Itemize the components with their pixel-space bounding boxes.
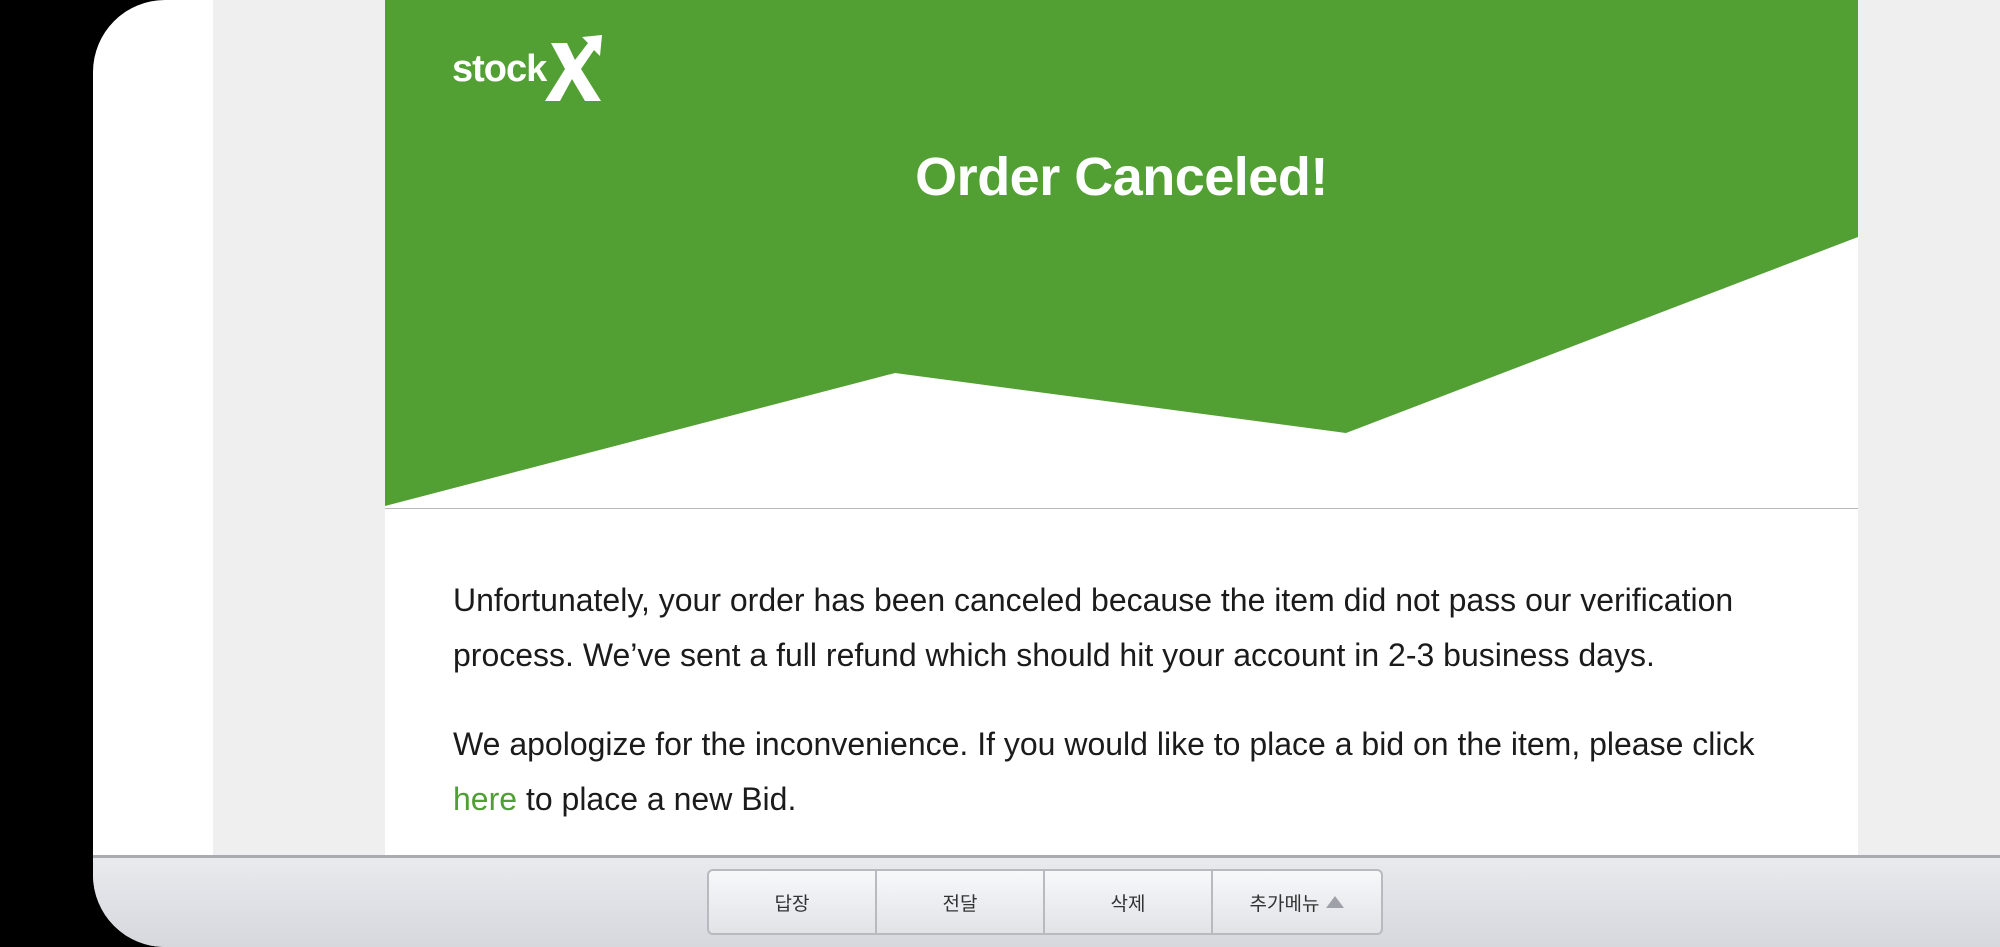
email-header-banner: stock Order Canceled!	[385, 0, 1858, 509]
paragraph-bid-text-end: to place a new Bid.	[517, 781, 797, 817]
headline: Order Canceled!	[915, 147, 1328, 207]
forward-button[interactable]: 전달	[877, 871, 1045, 933]
delete-button[interactable]: 삭제	[1045, 871, 1213, 933]
place-bid-link[interactable]: here	[453, 781, 517, 817]
reply-label: 답장	[774, 892, 810, 915]
delete-label: 삭제	[1110, 892, 1146, 915]
bottom-toolbar: 답장 전달 삭제 추가메뉴	[93, 855, 2000, 947]
paragraph-bid-text: We apologize for the inconvenience. If y…	[453, 726, 1755, 762]
more-menu-label: 추가메뉴	[1249, 892, 1320, 915]
paragraph-bid: We apologize for the inconvenience. If y…	[453, 717, 1793, 827]
action-button-group: 답장 전달 삭제 추가메뉴	[707, 869, 1383, 935]
email-content: stock Order Canceled! Unfortunately, you…	[385, 0, 1858, 855]
stockx-x-arrow-icon	[545, 35, 603, 101]
logo-wordmark: stock	[452, 47, 547, 90]
more-menu-button[interactable]: 추가메뉴	[1213, 871, 1381, 933]
reply-button[interactable]: 답장	[709, 871, 877, 933]
green-banner-shape	[385, 0, 1858, 506]
triangle-up-icon	[1326, 896, 1345, 908]
paragraph-refund: Unfortunately, your order has been cance…	[453, 582, 1734, 673]
device-frame: stock Order Canceled! Unfortunately, you…	[93, 0, 2000, 947]
forward-label: 전달	[942, 892, 978, 915]
stockx-logo: stock	[452, 33, 605, 105]
email-body: Unfortunately, your order has been cance…	[453, 573, 1793, 855]
